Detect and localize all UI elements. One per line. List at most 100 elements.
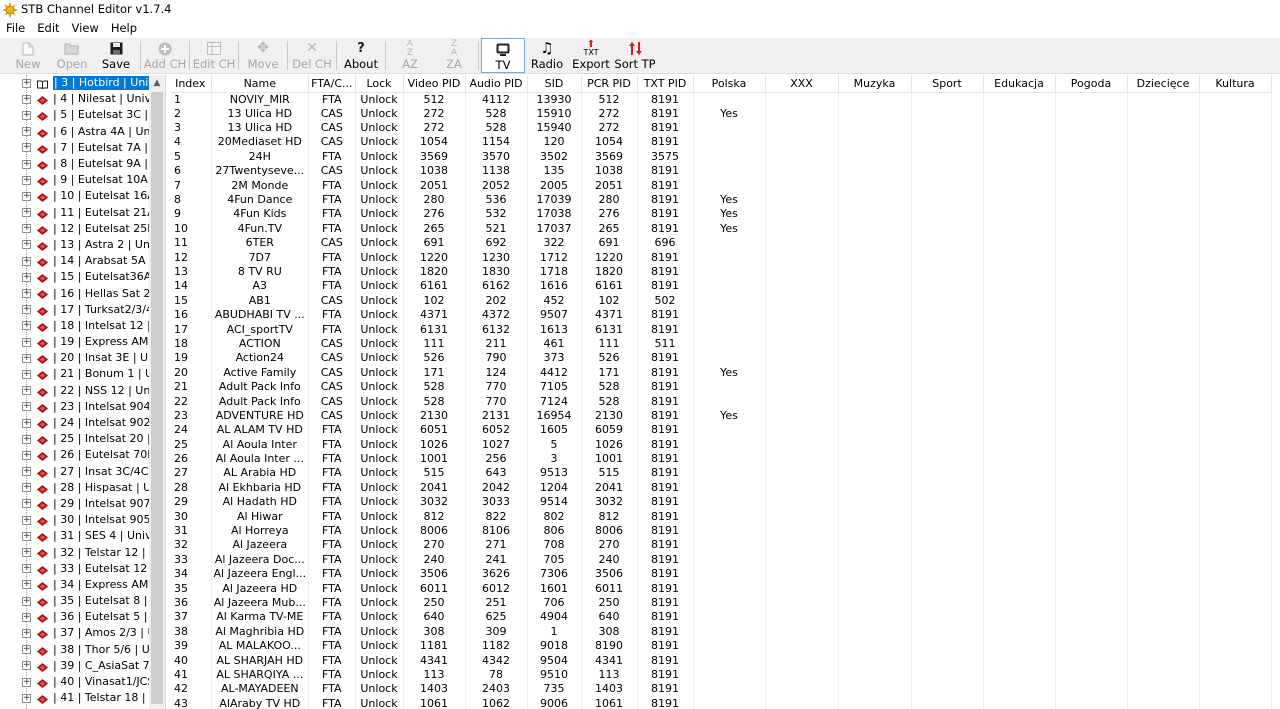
table-row[interactable]: 10 4Fun.TV FTA Unlock 265 521 17037 265 8191 Yes bbox=[170, 221, 1272, 237]
scroll-up-arrow-icon[interactable]: ▲ bbox=[149, 75, 165, 91]
table-row[interactable]: 6 27Twentyseve... CAS Unlock 1038 1138 135 1038… bbox=[170, 164, 1272, 179]
table-row[interactable]: 30 Al Hiwar FTA Unlock 812 822 802 812 8191 bbox=[170, 509, 1272, 524]
tree-expand-icon[interactable]: + bbox=[22, 191, 31, 201]
column-header[interactable]: PCR PID bbox=[581, 75, 638, 93]
tree-item-satellite[interactable]: + | 29 | Intelsat 907 | U bbox=[0, 496, 164, 512]
column-header[interactable]: Lock bbox=[355, 75, 404, 93]
tree-expand-icon[interactable]: + bbox=[22, 78, 31, 88]
table-row[interactable]: 42 AL-MAYADEEN FTA Unlock 1403 2403 735 1403 819… bbox=[170, 682, 1272, 697]
tree-item-satellite[interactable]: + | 9 | Eutelsat 10A | Ur bbox=[0, 172, 164, 188]
tree-expand-icon[interactable]: + bbox=[22, 224, 31, 234]
table-row[interactable]: 7 2M Monde FTA Unlock 2051 2052 2005 2051 8191 bbox=[170, 178, 1272, 193]
tree-expand-icon[interactable]: + bbox=[22, 645, 31, 655]
tree-item-satellite[interactable]: + | 26 | Eutelsat 70B | U bbox=[0, 447, 164, 463]
tree-item-satellite[interactable]: + | 33 | Eutelsat 12 | Ur bbox=[0, 561, 164, 577]
tree-expand-icon[interactable]: + bbox=[22, 580, 31, 590]
column-header[interactable]: Muzyka bbox=[838, 75, 912, 93]
tree-item-satellite[interactable]: + | 8 | Eutelsat 9A | Un bbox=[0, 156, 164, 172]
column-header[interactable]: SID bbox=[527, 75, 582, 93]
tree-expand-icon[interactable]: + bbox=[22, 467, 31, 477]
add-channel-button[interactable]: Add CH bbox=[143, 38, 187, 73]
tree-expand-icon[interactable]: + bbox=[22, 596, 31, 606]
table-row[interactable]: 35 Al Jazeera HD FTA Unlock 6011 6012 1601 6011… bbox=[170, 581, 1272, 596]
tree-expand-icon[interactable]: + bbox=[22, 127, 31, 137]
tree-expand-icon[interactable]: + bbox=[22, 143, 31, 153]
table-row[interactable]: 1 NOVIY_MIR FTA Unlock 512 4112 13930 512 8191 bbox=[170, 92, 1272, 107]
table-row[interactable]: 38 Al Maghribia HD FTA Unlock 308 309 1 308 8191 bbox=[170, 624, 1272, 639]
tree-item-satellite[interactable]: + | 41 | Telstar 18 | Uni bbox=[0, 690, 164, 706]
table-row[interactable]: 27 AL Arabia HD FTA Unlock 515 643 9513 515 8191 bbox=[170, 466, 1272, 481]
menu-edit[interactable]: Edit bbox=[31, 19, 65, 38]
tree-item-satellite[interactable]: + | 13 | Astra 2 | Univer bbox=[0, 237, 164, 253]
tree-expand-icon[interactable]: + bbox=[22, 548, 31, 558]
tree-expand-icon[interactable]: + bbox=[22, 321, 31, 331]
new-button[interactable]: New bbox=[6, 38, 50, 73]
table-row[interactable]: 26 Al Aoula Inter ... FTA Unlock 1001 256 3 100… bbox=[170, 451, 1272, 467]
about-button[interactable]: ? About bbox=[339, 38, 383, 73]
column-header[interactable]: Polska bbox=[693, 75, 766, 93]
column-header[interactable]: Video PID bbox=[403, 75, 466, 93]
tree-expand-icon[interactable]: + bbox=[22, 256, 31, 266]
table-row[interactable]: 32 Al Jazeera FTA Unlock 270 271 708 270 8191 bbox=[170, 538, 1272, 553]
column-header[interactable]: Kultura bbox=[1199, 75, 1272, 93]
open-button[interactable]: Open bbox=[50, 38, 94, 73]
tree-item-satellite[interactable]: + | 35 | Eutelsat 8 | Uni bbox=[0, 593, 164, 609]
tree-item-satellite[interactable]: + | 19 | Express AM22 bbox=[0, 334, 164, 350]
column-header[interactable]: Name bbox=[211, 75, 310, 93]
tree-item-satellite[interactable]: + | 40 | Vinasat1/JCSA1 bbox=[0, 674, 164, 690]
tree-expand-icon[interactable]: + bbox=[22, 418, 31, 428]
tree-item-satellite[interactable]: + | 28 | Hispasat | Univ bbox=[0, 480, 164, 496]
scrollbar-thumb[interactable] bbox=[151, 92, 163, 704]
column-header[interactable]: Dziecięce bbox=[1127, 75, 1200, 93]
table-row[interactable]: 11 6TER CAS Unlock 691 692 322 691 696 bbox=[170, 236, 1272, 251]
tree-item-satellite[interactable]: + | 10 | Eutelsat 16A | U bbox=[0, 188, 164, 204]
table-row[interactable]: 8 4Fun Dance FTA Unlock 280 536 17039 280 8191 Ye… bbox=[170, 192, 1272, 208]
tree-item-satellite[interactable]: + | 34 | Express AM44 bbox=[0, 577, 164, 593]
tree-expand-icon[interactable]: + bbox=[22, 94, 31, 104]
column-header[interactable]: XXX bbox=[765, 75, 839, 93]
table-row[interactable]: 4 20Mediaset HD CAS Unlock 1054 1154 120 1054 81… bbox=[170, 135, 1272, 150]
table-row[interactable]: 15 AB1 CAS Unlock 102 202 452 102 502 bbox=[170, 293, 1272, 308]
table-row[interactable]: 14 A3 FTA Unlock 6161 6162 1616 6161 8191 bbox=[170, 279, 1272, 294]
sort-az-button[interactable]: AZ AZ bbox=[388, 38, 432, 73]
column-header[interactable]: FTA/C... bbox=[308, 75, 356, 93]
table-row[interactable]: 25 Al Aoula Inter FTA Unlock 1026 1027 5 1026 81… bbox=[170, 437, 1272, 452]
table-row[interactable]: 18 ACTION CAS Unlock 111 211 461 111 511 bbox=[170, 336, 1272, 352]
tree-item-satellite[interactable]: + | 30 | Intelsat 905 | U bbox=[0, 512, 164, 528]
sort-za-button[interactable]: ZA ZA bbox=[432, 38, 476, 73]
table-row[interactable]: 21 Adult Pack Info CAS Unlock 528 770 7105 528 8… bbox=[170, 379, 1272, 395]
tree-item-satellite[interactable]: + | 11 | Eutelsat 21A | U bbox=[0, 205, 164, 221]
menu-help[interactable]: Help bbox=[105, 19, 143, 38]
tree-item-satellite[interactable]: + | 32 | Telstar 12 | Uni bbox=[0, 544, 164, 560]
export-button[interactable]: ⬆ TXT Export bbox=[569, 38, 613, 73]
tree-expand-icon[interactable]: + bbox=[22, 564, 31, 574]
table-row[interactable]: 16 ABUDHABI TV ... FTA Unlock 4371 4372 9507 43… bbox=[170, 307, 1272, 323]
tree-expand-icon[interactable]: + bbox=[22, 289, 31, 299]
tree-expand-icon[interactable]: + bbox=[22, 515, 31, 525]
tree-expand-icon[interactable]: + bbox=[22, 159, 31, 169]
tree-expand-icon[interactable]: + bbox=[22, 110, 31, 120]
tree-item-satellite[interactable]: + | 5 | Eutelsat 3C | Un bbox=[0, 107, 164, 123]
tree-expand-icon[interactable]: + bbox=[22, 240, 31, 250]
tree-item-satellite[interactable]: + | 36 | Eutelsat 5 | Uni bbox=[0, 609, 164, 625]
tree-item-satellite[interactable]: + | 6 | Astra 4A | Unive bbox=[0, 124, 164, 140]
tree-expand-icon[interactable]: + bbox=[22, 693, 31, 703]
tree-item-satellite[interactable]: + | 21 | Bonum 1 | Univ bbox=[0, 366, 164, 382]
tree-scrollbar[interactable]: ▲ bbox=[149, 75, 165, 709]
tree-item-satellite[interactable]: + | 12 | Eutelsat 25B | U bbox=[0, 221, 164, 237]
tree-item-satellite[interactable]: + | 17 | Turksat2/3/4A bbox=[0, 302, 164, 318]
tree-expand-icon[interactable]: + bbox=[22, 612, 31, 622]
table-row[interactable]: 24 AL ALAM TV HD FTA Unlock 6051 6052 1605 6059… bbox=[170, 423, 1272, 438]
table-row[interactable]: 22 Adult Pack Info CAS Unlock 528 770 7124 528 8… bbox=[170, 394, 1272, 409]
tree-expand-icon[interactable]: + bbox=[22, 531, 31, 541]
table-row[interactable]: 9 4Fun Kids FTA Unlock 276 532 17038 276 8191 Yes bbox=[170, 207, 1272, 222]
table-row[interactable]: 23 ADVENTURE HD CAS Unlock 2130 2131 16954 2130… bbox=[170, 408, 1272, 424]
tv-button[interactable]: TV bbox=[481, 38, 525, 73]
tree-item-satellite[interactable]: + | 14 | Arabsat 5A | Ur bbox=[0, 253, 164, 269]
table-row[interactable]: 29 Al Hadath HD FTA Unlock 3032 3033 9514 3032 8… bbox=[170, 495, 1272, 510]
tree-item-satellite[interactable]: + | 37 | Amos 2/3 | Uni bbox=[0, 625, 164, 641]
table-row[interactable]: 37 Al Karma TV-ME FTA Unlock 640 625 4904 640 81… bbox=[170, 610, 1272, 625]
tree-item-satellite[interactable]: + | 16 | Hellas Sat 2 | U bbox=[0, 285, 164, 301]
tree-item-satellite[interactable]: + | 39 | C_AsiaSat 7 | 0 bbox=[0, 658, 164, 674]
tree-item-satellite[interactable]: + | 38 | Thor 5/6 | Univ bbox=[0, 642, 164, 658]
